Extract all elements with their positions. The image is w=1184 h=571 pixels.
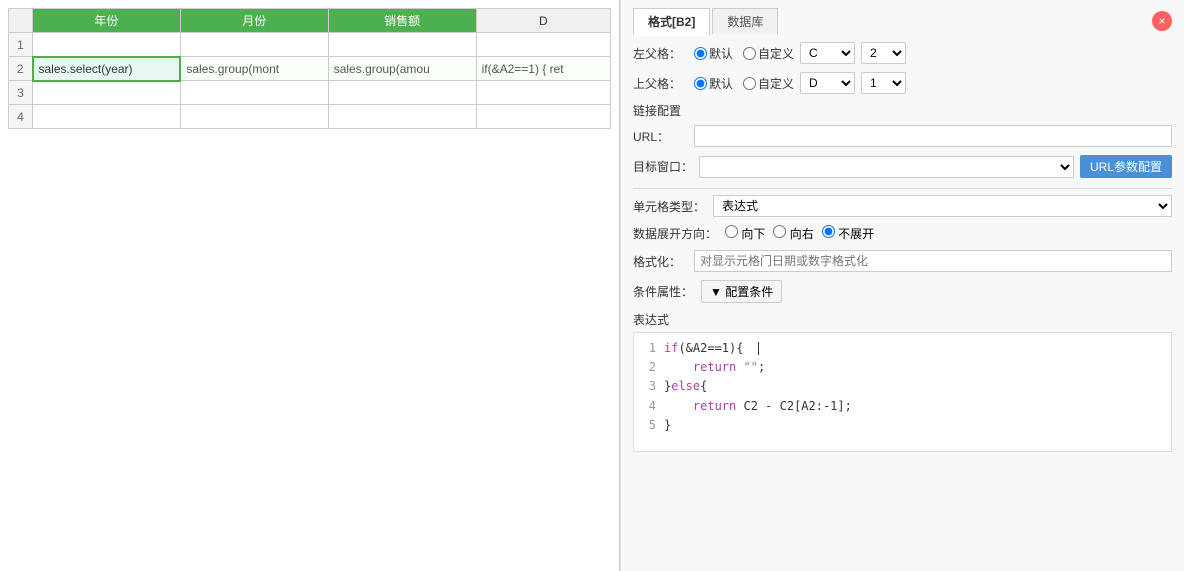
url-param-btn[interactable]: URL参数配置: [1080, 155, 1172, 178]
cell-b1[interactable]: [180, 33, 328, 57]
expand-none-label[interactable]: 不展开: [822, 225, 874, 242]
condition-label: 条件属性：: [633, 283, 693, 300]
cell-a4[interactable]: [33, 105, 181, 129]
line-num-2: 2: [640, 358, 656, 377]
table-row: 1: [9, 33, 611, 57]
cell-type-select[interactable]: 表达式: [713, 195, 1172, 217]
top-custom-radio-label[interactable]: 自定义: [743, 75, 794, 92]
expand-right-radio[interactable]: [773, 225, 786, 238]
tab-database[interactable]: 数据库: [712, 8, 778, 34]
code-text-1: if(&A2==1){: [664, 339, 759, 358]
expand-none-radio[interactable]: [822, 225, 835, 238]
col-header-d: D: [476, 9, 610, 33]
col-header-c: 销售额: [328, 9, 476, 33]
row-num-2: 2: [9, 57, 33, 81]
code-text-3: }else{: [664, 377, 707, 396]
left-num-select[interactable]: 213: [861, 42, 906, 64]
expr-title: 表达式: [633, 311, 1172, 328]
row-num-4: 4: [9, 105, 33, 129]
cell-a1[interactable]: [33, 33, 181, 57]
expand-right-label[interactable]: 向右: [773, 225, 813, 242]
cell-c1[interactable]: [328, 33, 476, 57]
cell-c2[interactable]: sales.group(amou: [328, 57, 476, 81]
line-num-5: 5: [640, 416, 656, 435]
top-custom-radio[interactable]: [743, 77, 756, 90]
code-line-2: 2 return "";: [640, 358, 1165, 377]
link-config-section-title: 链接配置: [633, 102, 1172, 119]
cell-type-label: 单元格类型：: [633, 198, 705, 215]
left-default-radio[interactable]: [694, 47, 707, 60]
left-custom-radio-label[interactable]: 自定义: [743, 45, 794, 62]
tab-format[interactable]: 格式[B2]: [633, 8, 710, 36]
cell-c4[interactable]: [328, 105, 476, 129]
top-default-radio-label[interactable]: 默认: [694, 75, 733, 92]
condition-btn[interactable]: ▼ 配置条件: [701, 280, 782, 303]
left-parent-radio-group: 默认 自定义: [694, 45, 794, 62]
left-parent-label: 左父格：: [633, 45, 688, 62]
divider-1: [633, 188, 1172, 189]
cell-b3[interactable]: [180, 81, 328, 105]
left-col-select[interactable]: CABD: [800, 42, 855, 64]
table-row: 3: [9, 81, 611, 105]
cell-a2[interactable]: sales.select(year): [33, 57, 181, 81]
expression-section: 表达式 1 if(&A2==1){ 2 return ""; 3 }else{ …: [633, 311, 1172, 452]
table-row: 4: [9, 105, 611, 129]
cell-type-row: 单元格类型： 表达式: [633, 195, 1172, 217]
code-line-4: 4 return C2 - C2[A2:-1];: [640, 397, 1165, 416]
code-line-3: 3 }else{: [640, 377, 1165, 396]
left-custom-radio[interactable]: [743, 47, 756, 60]
line-num-4: 4: [640, 397, 656, 416]
format-row: 格式化：: [633, 250, 1172, 272]
url-input[interactable]: [694, 125, 1172, 147]
line-num-1: 1: [640, 339, 656, 358]
left-parent-row: 左父格： 默认 自定义 CABD 213: [633, 42, 1172, 64]
spreadsheet-table: 年份 月份 销售额 D 1 2 sales.select(year) sales…: [8, 8, 611, 129]
code-text-5: }: [664, 416, 671, 435]
cell-d2[interactable]: if(&A2==1) { ret: [476, 57, 610, 81]
top-parent-radio-group: 默认 自定义: [694, 75, 794, 92]
table-row: 2 sales.select(year) sales.group(mont sa…: [9, 57, 611, 81]
top-col-select[interactable]: DABC: [800, 72, 855, 94]
target-label: 目标窗口：: [633, 158, 693, 175]
code-text-4: return C2 - C2[A2:-1];: [664, 397, 852, 416]
left-default-radio-label[interactable]: 默认: [694, 45, 733, 62]
expand-down-label[interactable]: 向下: [725, 225, 765, 242]
properties-panel: 格式[B2] 数据库 × 左父格： 默认 自定义 CABD 213 上父格：: [620, 0, 1184, 571]
data-expand-row: 数据展开方向： 向下 向右 不展开: [633, 225, 1172, 242]
col-header-a: 年份: [33, 9, 181, 33]
cell-c3[interactable]: [328, 81, 476, 105]
code-line-1: 1 if(&A2==1){: [640, 339, 1165, 358]
cell-d1[interactable]: [476, 33, 610, 57]
top-parent-label: 上父格：: [633, 75, 688, 92]
cell-d4[interactable]: [476, 105, 610, 129]
cell-a3[interactable]: [33, 81, 181, 105]
line-num-3: 3: [640, 377, 656, 396]
code-editor[interactable]: 1 if(&A2==1){ 2 return ""; 3 }else{ 4 re…: [633, 332, 1172, 452]
cell-d3[interactable]: [476, 81, 610, 105]
format-input[interactable]: [694, 250, 1172, 272]
expand-label: 数据展开方向：: [633, 225, 717, 242]
expand-down-radio[interactable]: [725, 225, 738, 238]
row-num-1: 1: [9, 33, 33, 57]
cell-b2[interactable]: sales.group(mont: [180, 57, 328, 81]
col-header-b: 月份: [180, 9, 328, 33]
url-row: URL：: [633, 125, 1172, 147]
top-default-radio[interactable]: [694, 77, 707, 90]
spreadsheet-panel: 年份 月份 销售额 D 1 2 sales.select(year) sales…: [0, 0, 620, 571]
url-label: URL：: [633, 128, 688, 145]
code-line-5: 5 }: [640, 416, 1165, 435]
condition-row: 条件属性： ▼ 配置条件: [633, 280, 1172, 303]
top-num-select[interactable]: 123: [861, 72, 906, 94]
target-window-row: 目标窗口： URL参数配置: [633, 155, 1172, 178]
code-text-2: return "";: [664, 358, 765, 377]
row-num-3: 3: [9, 81, 33, 105]
close-button[interactable]: ×: [1152, 11, 1172, 31]
panel-tab-row: 格式[B2] 数据库: [633, 8, 1152, 34]
format-label: 格式化：: [633, 253, 688, 270]
target-select[interactable]: [699, 156, 1074, 178]
top-parent-row: 上父格： 默认 自定义 DABC 123: [633, 72, 1172, 94]
corner-header: [9, 9, 33, 33]
cell-b4[interactable]: [180, 105, 328, 129]
